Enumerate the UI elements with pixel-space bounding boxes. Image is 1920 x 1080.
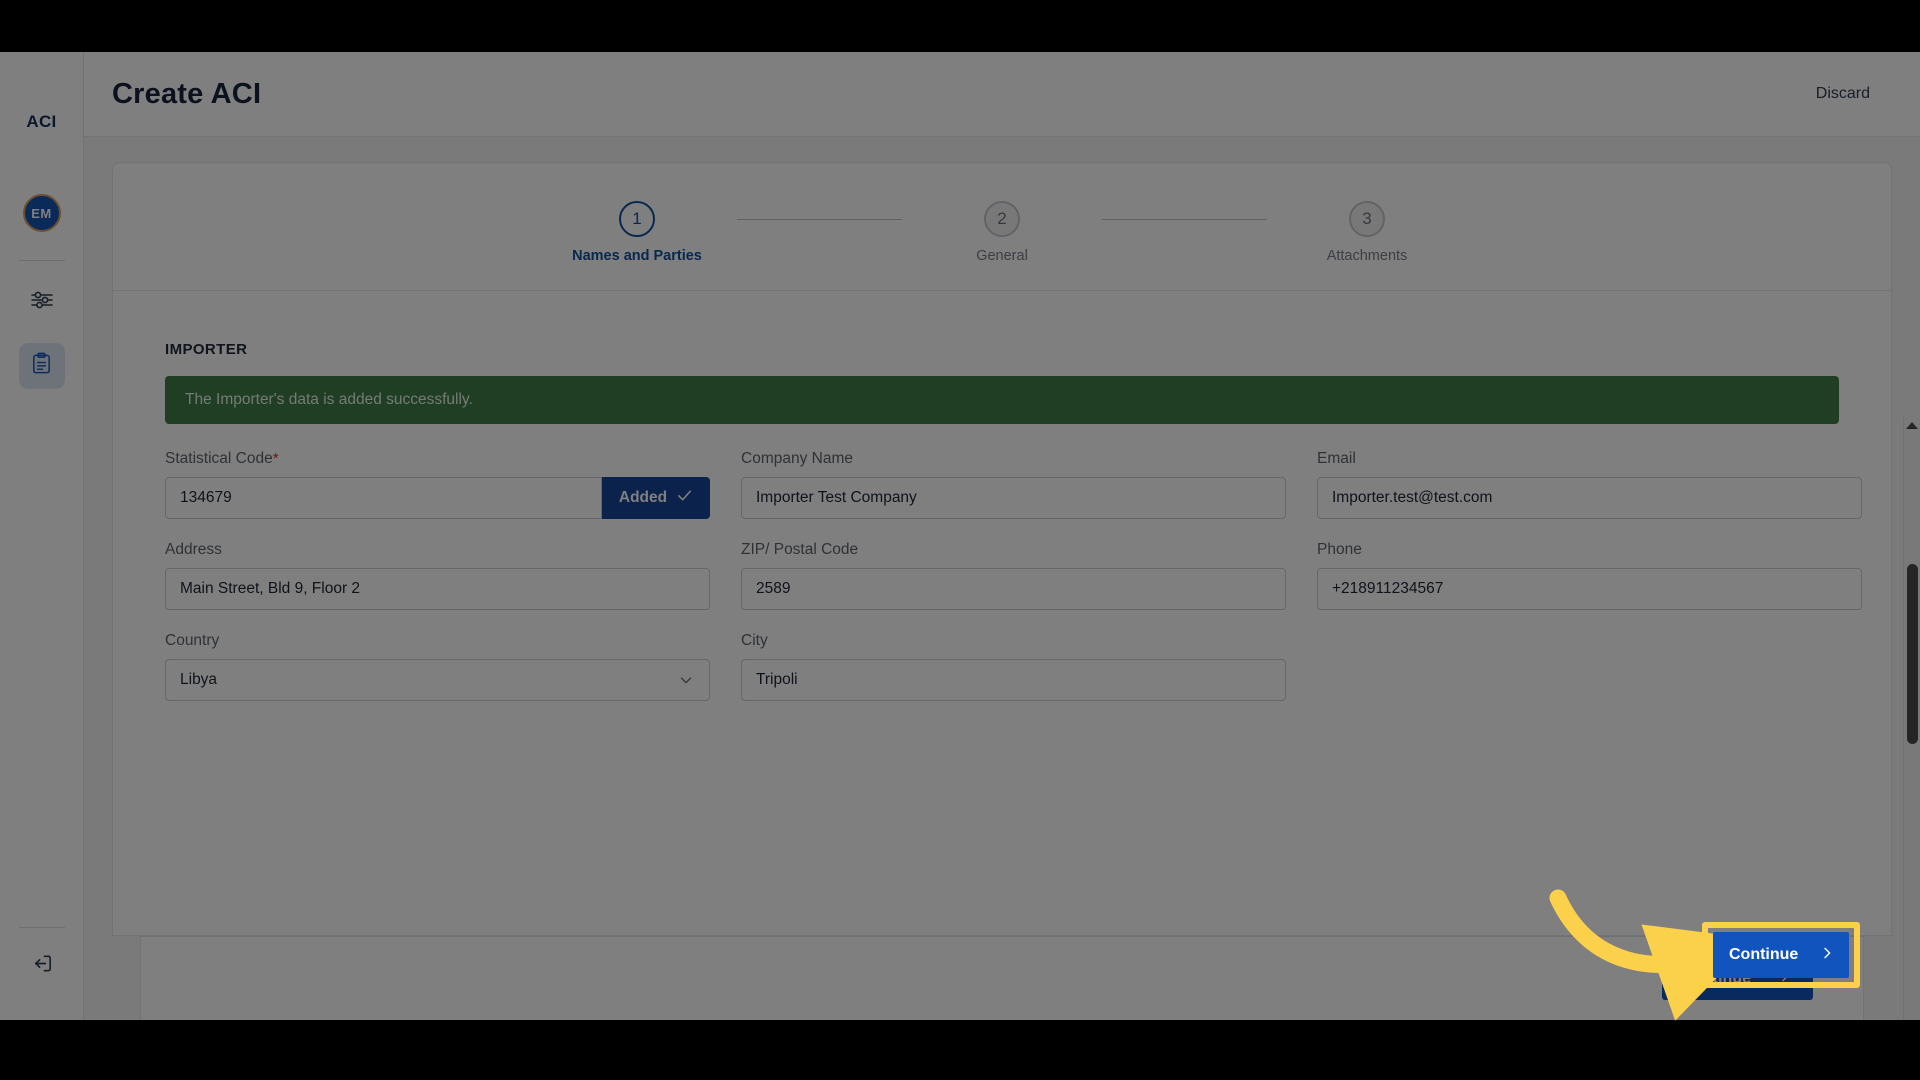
wizard-footer: Continue [140, 936, 1864, 1020]
logout-button[interactable] [22, 946, 62, 986]
field-city: City Tripoli [741, 632, 1286, 701]
added-button[interactable]: Added [602, 477, 710, 519]
company-name-input[interactable]: Importer Test Company [741, 477, 1286, 519]
sidebar: ACI EM [0, 52, 84, 1020]
avatar[interactable]: EM [22, 194, 61, 232]
success-alert: The Importer's data is added successfull… [165, 376, 1839, 424]
required-marker: * [272, 450, 279, 467]
sidebar-item-aci[interactable] [18, 343, 65, 389]
field-zip-postal-code: ZIP/ Postal Code 2589 [741, 541, 1286, 610]
section-title-importer: IMPORTER [165, 341, 248, 358]
clipboard-icon [30, 352, 53, 380]
scrollbar-track[interactable] [1904, 434, 1920, 1020]
city-input[interactable]: Tripoli [741, 659, 1286, 701]
application-window: ACI EM Create ACI Discard 1 Names and Pa… [0, 52, 1920, 1020]
step-connector [1102, 219, 1267, 220]
field-label: Address [165, 541, 222, 558]
step-names-and-parties[interactable]: 1 Names and Parties [537, 201, 737, 264]
step-label: Attachments [1326, 248, 1408, 264]
address-input[interactable]: Main Street, Bld 9, Floor 2 [165, 568, 710, 610]
statistical-code-group: 134679 Added [165, 477, 710, 519]
step-general[interactable]: 2 General [902, 201, 1102, 264]
form-row-1: Statistical Code* 134679 Added Company N… [165, 450, 1862, 519]
step-label: General [976, 248, 1028, 264]
main-region: Create ACI Discard 1 Names and Parties 2… [84, 52, 1920, 1020]
phone-input[interactable]: +218911234567 [1317, 568, 1862, 610]
chevron-right-icon [1777, 968, 1793, 989]
step-number: 2 [984, 201, 1020, 237]
top-bar: Create ACI Discard [84, 52, 1920, 137]
field-label: City [741, 632, 768, 649]
country-select[interactable]: Libya [165, 659, 710, 701]
zip-postal-code-input[interactable]: 2589 [741, 568, 1286, 610]
field-label: ZIP/ Postal Code [741, 541, 859, 558]
continue-button[interactable]: Continue [1661, 957, 1813, 1000]
page-title: Create ACI [112, 77, 262, 110]
country-value: Libya [180, 671, 218, 688]
caret-up-icon[interactable] [1906, 422, 1918, 429]
discard-button[interactable]: Discard [1816, 85, 1870, 103]
statistical-code-input[interactable]: 134679 [165, 477, 602, 519]
vertical-scrollbar[interactable] [1903, 417, 1920, 1020]
field-email: Email Importer.test@test.com [1317, 450, 1862, 519]
form-row-2: Address Main Street, Bld 9, Floor 2 ZIP/… [165, 541, 1862, 610]
screenshot-root: ACI EM Create ACI Discard 1 Names and Pa… [0, 0, 1920, 1080]
field-address: Address Main Street, Bld 9, Floor 2 [165, 541, 710, 610]
added-label: Added [618, 489, 668, 506]
chevron-down-icon [677, 671, 695, 689]
brand-logo[interactable]: ACI [26, 112, 56, 132]
wizard-stepper: 1 Names and Parties 2 General 3 Attachme… [113, 163, 1891, 291]
field-company-name: Company Name Importer Test Company [741, 450, 1286, 519]
field-label: Phone [1317, 541, 1362, 558]
field-phone: Phone +218911234567 [1317, 541, 1862, 610]
field-label: Statistical Code* [165, 450, 710, 468]
sliders-icon [30, 288, 54, 317]
form-row-3: Country Libya City Tripoli [165, 632, 1839, 701]
logout-icon [31, 952, 54, 980]
field-spacer [1317, 632, 1862, 701]
importer-form: IMPORTER The Importer's data is added su… [113, 291, 1891, 701]
sidebar-item-settings[interactable] [19, 279, 65, 325]
step-connector [737, 219, 902, 220]
email-input[interactable]: Importer.test@test.com [1317, 477, 1862, 519]
wizard-card: 1 Names and Parties 2 General 3 Attachme… [112, 162, 1892, 936]
check-icon [676, 487, 693, 509]
label-text: Statistical Code [165, 450, 273, 467]
step-label: Names and Parties [572, 248, 702, 264]
field-label: Company Name [741, 450, 853, 467]
sidebar-footer-divider [19, 927, 65, 928]
continue-label: Continue [1681, 969, 1751, 987]
field-statistical-code: Statistical Code* 134679 Added [165, 450, 710, 519]
step-attachments[interactable]: 3 Attachments [1267, 201, 1467, 264]
scrollbar-thumb[interactable] [1907, 564, 1918, 744]
form-scroll-region[interactable]: IMPORTER The Importer's data is added su… [113, 291, 1891, 935]
sidebar-footer [0, 927, 84, 986]
field-label: Email [1317, 450, 1356, 467]
content-area: 1 Names and Parties 2 General 3 Attachme… [84, 137, 1920, 1020]
step-number: 3 [1349, 201, 1385, 237]
field-label: Country [165, 632, 220, 649]
step-number: 1 [619, 201, 655, 237]
sidebar-divider [18, 260, 65, 261]
field-country: Country Libya [165, 632, 710, 701]
